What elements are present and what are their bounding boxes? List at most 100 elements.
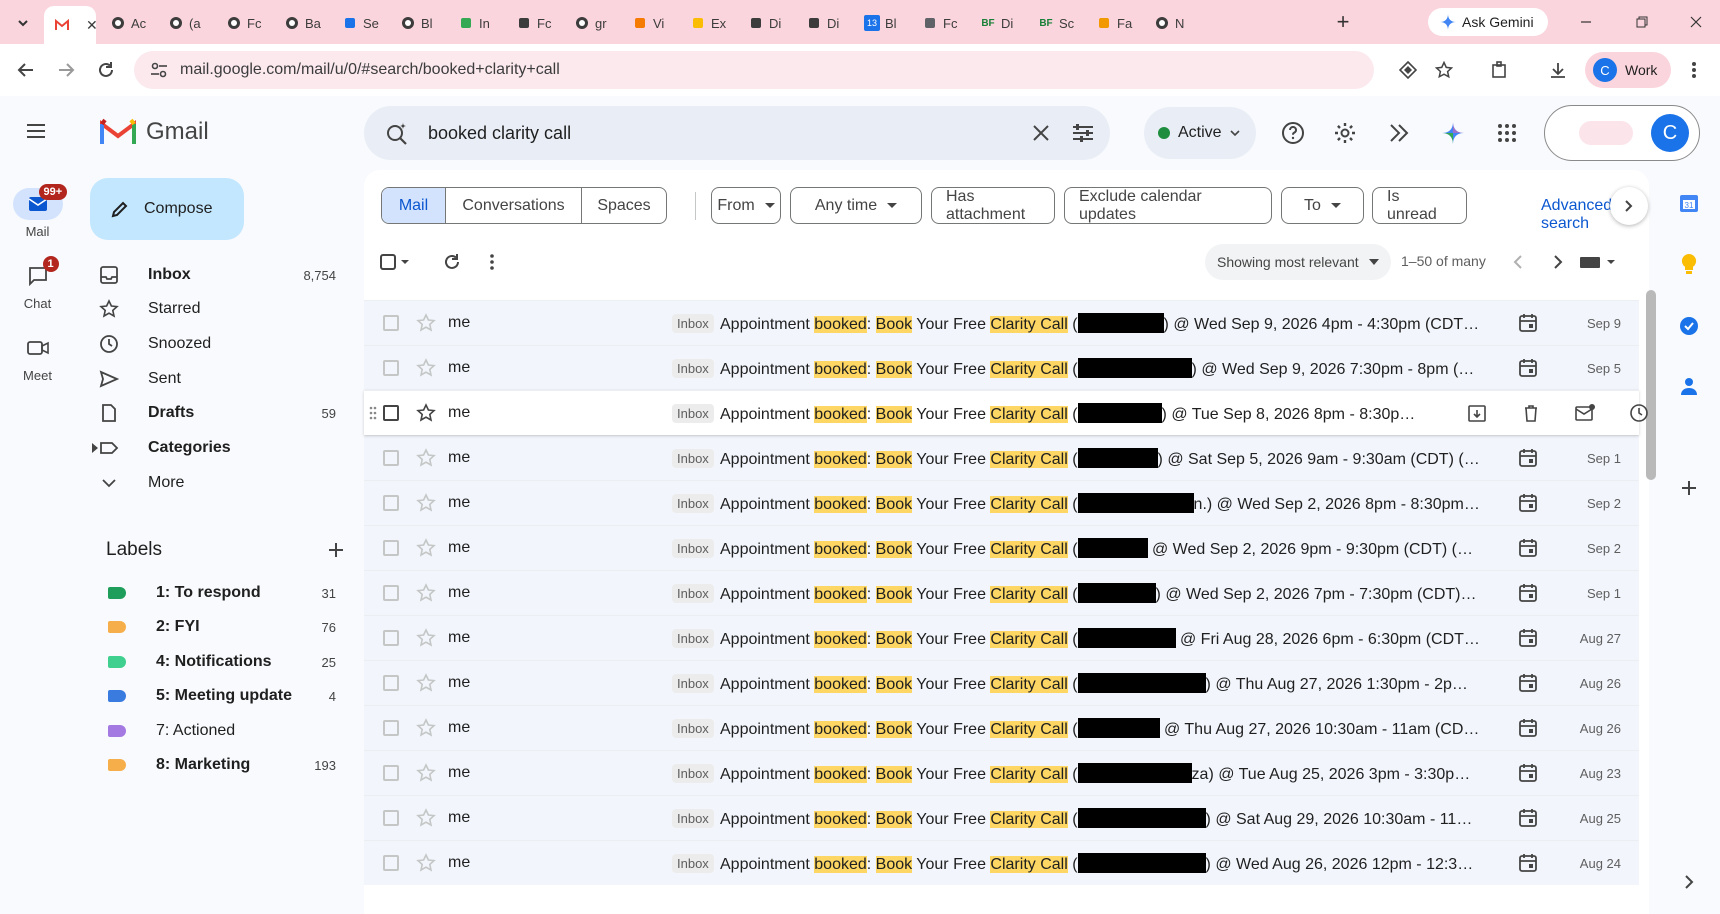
back-button[interactable] bbox=[12, 56, 40, 84]
tab-search-button[interactable] bbox=[10, 10, 36, 36]
inbox-label-chip[interactable]: Inbox bbox=[672, 358, 714, 378]
nav-categories[interactable]: Categories bbox=[92, 432, 344, 464]
browser-tab[interactable]: Vi bbox=[624, 8, 680, 38]
browser-tab[interactable]: Di bbox=[798, 8, 854, 38]
email-row[interactable]: me Inbox Appointment booked: Book Your Fre… bbox=[364, 705, 1639, 750]
new-tab-button[interactable]: + bbox=[1330, 8, 1356, 36]
email-row[interactable]: me Inbox Appointment booked: Book Your Fre… bbox=[364, 300, 1639, 345]
star-toggle-icon[interactable] bbox=[416, 313, 436, 333]
label-item[interactable]: 5: Meeting update 4 bbox=[108, 680, 344, 712]
email-row[interactable]: me Inbox Appointment booked: Book Your Fre… bbox=[364, 390, 1648, 435]
email-row[interactable]: me Inbox Appointment booked: Book Your Fre… bbox=[364, 570, 1639, 615]
more-actions-button[interactable] bbox=[478, 248, 506, 276]
nav-drafts[interactable]: Drafts 59 bbox=[98, 397, 344, 429]
scope-mail[interactable]: Mail bbox=[382, 188, 446, 223]
rail-meet[interactable]: Meet bbox=[0, 332, 75, 383]
address-bar[interactable]: mail.google.com/mail/u/0/#search/booked+… bbox=[134, 51, 1374, 89]
reload-button[interactable] bbox=[92, 56, 120, 84]
calendar-addon[interactable]: 31 bbox=[1675, 189, 1703, 217]
calendar-event-icon[interactable] bbox=[1517, 807, 1539, 829]
label-item[interactable]: 2: FYI 76 bbox=[108, 611, 344, 643]
scroll-chips-right-button[interactable] bbox=[1610, 187, 1648, 225]
calendar-event-icon[interactable] bbox=[1517, 447, 1539, 469]
filter-chip[interactable]: To bbox=[1281, 187, 1364, 224]
search-button[interactable] bbox=[382, 118, 412, 148]
email-row[interactable]: me Inbox Appointment booked: Book Your Fre… bbox=[364, 840, 1639, 885]
filter-chip[interactable]: Exclude calendar updates bbox=[1064, 187, 1272, 224]
row-checkbox[interactable] bbox=[383, 810, 399, 826]
nav-starred[interactable]: Starred bbox=[98, 293, 344, 325]
email-row[interactable]: me Inbox Appointment booked: Book Your Fre… bbox=[364, 480, 1639, 525]
star-toggle-icon[interactable] bbox=[416, 493, 436, 513]
snooze-button[interactable] bbox=[1628, 402, 1650, 424]
inbox-label-chip[interactable]: Inbox bbox=[672, 583, 714, 603]
bookmark-star-button[interactable] bbox=[1430, 56, 1458, 84]
browser-tab[interactable]: Fc bbox=[508, 8, 564, 38]
browser-tab[interactable]: In bbox=[450, 8, 506, 38]
row-checkbox[interactable] bbox=[383, 540, 399, 556]
sort-relevance-dropdown[interactable]: Showing most relevant bbox=[1205, 244, 1391, 280]
input-tools-button[interactable] bbox=[1576, 248, 1620, 276]
main-menu-button[interactable] bbox=[24, 119, 52, 147]
email-row[interactable]: me Inbox Appointment booked: Book Your Fre… bbox=[364, 345, 1639, 390]
expand-arrow-icon[interactable] bbox=[92, 443, 98, 453]
star-toggle-icon[interactable] bbox=[416, 808, 436, 828]
row-checkbox[interactable] bbox=[383, 630, 399, 646]
email-row[interactable]: me Inbox Appointment booked: Book Your Fre… bbox=[364, 525, 1639, 570]
star-toggle-icon[interactable] bbox=[416, 583, 436, 603]
browser-menu-button[interactable] bbox=[1680, 56, 1708, 84]
show-side-panel-button[interactable] bbox=[1675, 868, 1703, 896]
older-page-button[interactable] bbox=[1544, 248, 1572, 276]
label-item[interactable]: 8: Marketing 193 bbox=[108, 749, 344, 781]
browser-tab[interactable]: Di bbox=[740, 8, 796, 38]
row-checkbox[interactable] bbox=[383, 585, 399, 601]
compose-button[interactable]: Compose bbox=[90, 178, 244, 240]
inbox-label-chip[interactable]: Inbox bbox=[672, 853, 714, 873]
row-checkbox[interactable] bbox=[383, 450, 399, 466]
star-toggle-icon[interactable] bbox=[416, 403, 436, 423]
browser-tab[interactable]: Bl bbox=[392, 8, 448, 38]
browser-tab[interactable]: BF Di bbox=[972, 8, 1028, 38]
gemini-features-button[interactable] bbox=[1384, 118, 1414, 148]
inbox-label-chip[interactable]: Inbox bbox=[672, 763, 714, 783]
mark-unread-button[interactable] bbox=[1574, 402, 1596, 424]
star-toggle-icon[interactable] bbox=[416, 718, 436, 738]
calendar-event-icon[interactable] bbox=[1517, 582, 1539, 604]
inbox-label-chip[interactable]: Inbox bbox=[672, 718, 714, 738]
rail-chat[interactable]: 1 Chat bbox=[0, 256, 75, 311]
browser-tab[interactable]: Fa bbox=[1088, 8, 1144, 38]
filter-chip[interactable]: From bbox=[711, 187, 781, 224]
inbox-label-chip[interactable]: Inbox bbox=[672, 493, 714, 513]
row-checkbox[interactable] bbox=[383, 855, 399, 871]
browser-tab[interactable]: N bbox=[1146, 8, 1202, 38]
archive-button[interactable] bbox=[1466, 402, 1488, 424]
gemini-button[interactable] bbox=[1438, 118, 1468, 148]
refresh-button[interactable] bbox=[438, 248, 466, 276]
account-switcher[interactable]: C bbox=[1544, 105, 1700, 161]
minimize-button[interactable] bbox=[1566, 8, 1606, 36]
trash-button[interactable] bbox=[1520, 402, 1542, 424]
list-scrollbar[interactable] bbox=[1646, 290, 1656, 480]
calendar-event-icon[interactable] bbox=[1517, 357, 1539, 379]
browser-tab[interactable]: Ba bbox=[276, 8, 332, 38]
label-item[interactable]: 1: To respond 31 bbox=[108, 577, 344, 609]
inbox-label-chip[interactable]: Inbox bbox=[672, 673, 714, 693]
row-checkbox[interactable] bbox=[383, 720, 399, 736]
calendar-event-icon[interactable] bbox=[1517, 717, 1539, 739]
search-options-button[interactable] bbox=[1068, 118, 1098, 148]
star-toggle-icon[interactable] bbox=[416, 358, 436, 378]
row-checkbox[interactable] bbox=[383, 360, 399, 376]
extensions-button[interactable] bbox=[1486, 56, 1514, 84]
star-toggle-icon[interactable] bbox=[416, 763, 436, 783]
get-addons-button[interactable] bbox=[1675, 474, 1703, 502]
rail-mail[interactable]: 99+ Mail bbox=[0, 184, 75, 239]
close-tab-icon[interactable]: ✕ bbox=[86, 17, 96, 34]
row-checkbox[interactable] bbox=[383, 405, 399, 421]
browser-tab[interactable]: Se bbox=[334, 8, 390, 38]
inbox-label-chip[interactable]: Inbox bbox=[672, 538, 714, 558]
browser-tab[interactable]: Fc bbox=[914, 8, 970, 38]
browser-tab[interactable]: (a bbox=[160, 8, 216, 38]
ask-gemini-button[interactable]: Ask Gemini bbox=[1428, 8, 1548, 36]
row-checkbox[interactable] bbox=[383, 765, 399, 781]
star-toggle-icon[interactable] bbox=[416, 448, 436, 468]
